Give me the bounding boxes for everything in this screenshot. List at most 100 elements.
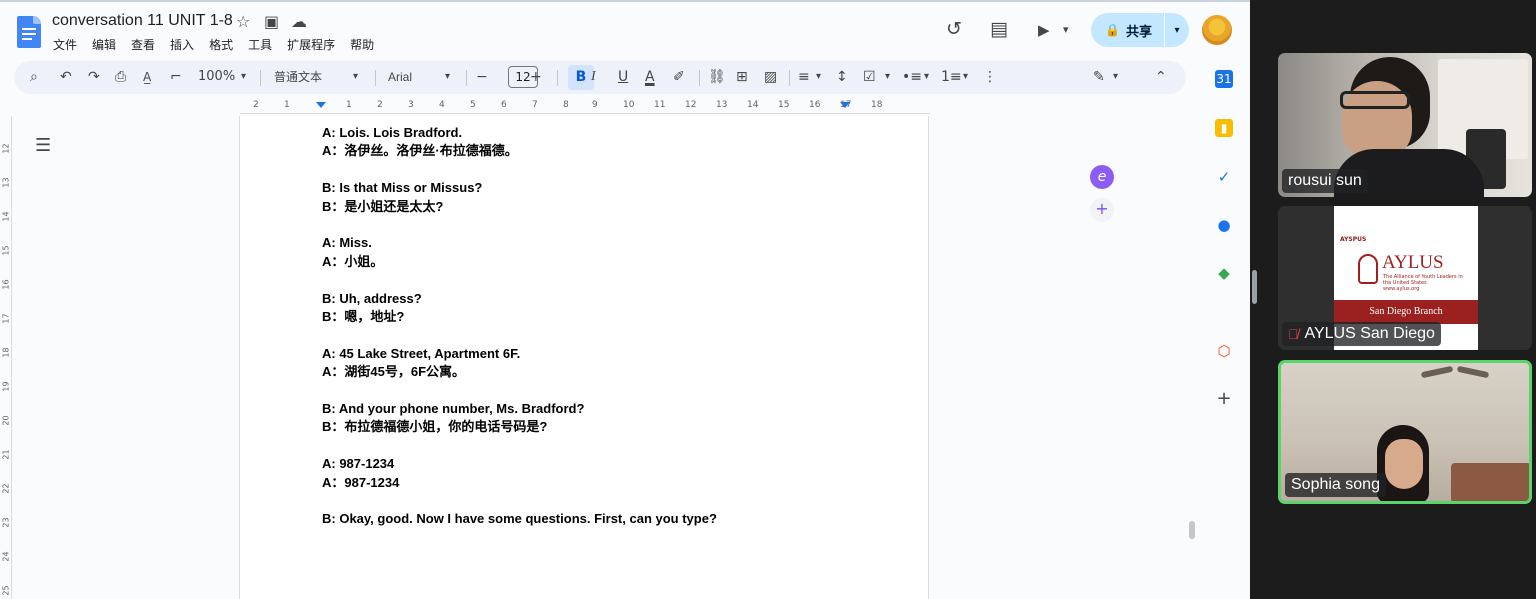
keep-icon[interactable]: ▮ (1215, 119, 1233, 137)
font-caret-icon: ▾ (445, 71, 451, 82)
checklist-caret-icon: ▾ (885, 71, 891, 82)
dialogue-line: A: 45 Lake Street, Apartment 6F. (322, 345, 521, 361)
participant-name: rousui sun (1282, 169, 1368, 193)
dialogue-translation: B：布拉德福德小姐，你的电话号码是? (322, 419, 548, 435)
redo-icon[interactable]: ↷ (88, 68, 100, 86)
checklist-icon[interactable]: ☑ (863, 68, 876, 86)
editing-mode-icon[interactable]: ✎ (1093, 68, 1105, 86)
addon-icon[interactable]: ⬡ (1215, 342, 1233, 360)
dialogue-block: A: Miss. A：小姐。 (322, 234, 717, 271)
dialogue-translation: B：是小姐还是太太? (322, 198, 444, 214)
dialogue-block: A: 987-1234 A：987-1234 (322, 455, 717, 492)
dialogue-line: A: Miss. (322, 235, 372, 251)
dialogue-line: B: And your phone number, Ms. Bradford? (322, 401, 585, 417)
increase-font-size-button[interactable]: + (530, 68, 542, 86)
mic-off-icon: 🎙̸ (1288, 326, 1299, 342)
bulleted-list-icon[interactable]: •≡ (902, 68, 922, 86)
toolbar: ⌕ ↶ ↷ ⎙ A̲ ⌐ 100% ▾ 普通文本 ▾ Arial ▾ − 12 … (14, 61, 1186, 94)
meet-video-icon[interactable]: ▶ (1038, 21, 1050, 39)
participant-tile[interactable]: rousui sun (1278, 53, 1532, 197)
move-folder-icon[interactable]: ▣ (264, 12, 279, 31)
participant-tile-active-speaker[interactable]: Sophia song (1278, 360, 1532, 504)
calendar-icon[interactable]: 31 (1215, 70, 1233, 88)
paint-format-icon[interactable]: ⌐ (170, 68, 182, 86)
account-avatar[interactable] (1202, 15, 1232, 45)
spellcheck-icon[interactable]: A̲ (143, 68, 151, 86)
document-title[interactable]: conversation 11 UNIT 1-8 (52, 12, 233, 30)
lock-icon: 🔒 (1105, 23, 1120, 37)
menu-bar: 文件 编辑 查看 插入 格式 工具 扩展程序 帮助 (53, 36, 374, 53)
menu-tools[interactable]: 工具 (248, 36, 272, 53)
gemini-assist-icon[interactable]: e (1090, 165, 1114, 189)
horizontal-ruler[interactable]: 2 1 1 2 3 4 5 6 7 8 9 10 11 12 13 14 15 … (240, 99, 930, 115)
version-history-icon[interactable]: ↺ (946, 18, 962, 40)
menu-insert[interactable]: 插入 (170, 36, 194, 53)
font-family-select[interactable]: Arial (388, 68, 412, 86)
menu-help[interactable]: 帮助 (350, 36, 374, 53)
contacts-icon[interactable]: ● (1215, 216, 1233, 234)
add-comment-icon[interactable]: ⊞ (736, 68, 748, 86)
align-icon[interactable]: ≡ (798, 68, 810, 86)
decrease-font-size-button[interactable]: − (476, 68, 488, 86)
tasks-icon[interactable]: ✓ (1215, 168, 1233, 186)
add-floating-icon[interactable]: + (1090, 198, 1114, 222)
dialogue-block: B: Uh, address? B：嗯，地址? (322, 290, 717, 327)
meet-caret-icon[interactable]: ▾ (1063, 23, 1069, 36)
glasses (1340, 91, 1410, 109)
zoom-select[interactable]: 100% (198, 68, 235, 86)
lightbulb-icon (1358, 254, 1378, 284)
vertical-ruler: 12 13 14 15 16 17 18 19 20 21 22 23 24 2… (0, 116, 12, 599)
line-spacing-icon[interactable]: ↕ (836, 68, 848, 86)
menu-edit[interactable]: 编辑 (92, 36, 116, 53)
dialogue-translation: A：987-1234 (322, 474, 400, 490)
insert-image-icon[interactable]: ▨ (764, 68, 777, 86)
share-label: 共享 (1125, 24, 1152, 40)
menu-format[interactable]: 格式 (209, 36, 233, 53)
share-button[interactable]: 🔒 共享 ▾ (1091, 13, 1189, 47)
search-menus-icon[interactable]: ⌕ (30, 68, 38, 86)
ceiling-fan (1420, 365, 1491, 383)
italic-button[interactable]: I (591, 68, 596, 86)
participant-name: AYLUS San Diego (1304, 325, 1435, 342)
get-addons-icon[interactable]: + (1215, 390, 1233, 408)
maps-icon[interactable]: ◆ (1215, 264, 1233, 282)
paragraph-style-select[interactable]: 普通文本 (274, 68, 322, 86)
vertical-scrollbar[interactable] (1189, 521, 1195, 539)
print-icon[interactable]: ⎙ (115, 68, 126, 86)
dialogue-block: B: Is that Miss or Missus? B：是小姐还是太太? (322, 179, 717, 216)
side-panel: 31 ▮ ✓ ● ◆ ⬡ + (1200, 62, 1250, 599)
document-outline-icon[interactable]: ☰ (35, 135, 51, 156)
insert-link-icon[interactable]: ⛓ (708, 68, 726, 86)
more-options-icon[interactable]: ⋮ (983, 68, 997, 86)
dialogue-block: B: And your phone number, Ms. Bradford? … (322, 400, 717, 437)
dialogue-line: B: Okay, good. Now I have some questions… (322, 511, 717, 527)
comments-icon[interactable]: ▤ (990, 18, 1008, 40)
resize-handle[interactable] (1252, 270, 1257, 304)
style-caret-icon: ▾ (353, 71, 359, 82)
dialogue-block: B: Okay, good. Now I have some questions… (322, 510, 717, 528)
participant-tile[interactable]: AYSPUS AYLUS The Alliance of Youth Leade… (1278, 206, 1532, 350)
dialogue-translation: A：湖街45号，6F公寓。 (322, 364, 466, 380)
cloud-status-icon[interactable]: ☁ (291, 12, 307, 31)
menu-view[interactable]: 查看 (131, 36, 155, 53)
dialogue-line: B: Uh, address? (322, 290, 422, 306)
bullet-caret-icon: ▾ (924, 71, 930, 82)
document-page[interactable]: A: Lois. Lois Bradford. A：洛伊丝。洛伊丝·布拉德福德。… (239, 116, 929, 599)
text-color-button[interactable]: A (645, 68, 655, 86)
share-options-caret-icon[interactable]: ▾ (1165, 25, 1189, 36)
dialogue-block: A: 45 Lake Street, Apartment 6F. A：湖街45号… (322, 345, 717, 382)
menu-extensions[interactable]: 扩展程序 (287, 36, 335, 53)
highlight-color-icon[interactable]: ✐ (673, 68, 685, 86)
numbered-list-icon[interactable]: 1≡ (941, 68, 962, 86)
star-icon[interactable]: ☆ (236, 12, 250, 31)
dialogue-translation: A：洛伊丝。洛伊丝·布拉德福德。 (322, 143, 518, 159)
undo-icon[interactable]: ↶ (60, 68, 72, 86)
menu-file[interactable]: 文件 (53, 36, 77, 53)
collapse-menus-icon[interactable]: ⌃ (1155, 68, 1167, 86)
screen: conversation 11 UNIT 1-8 ☆ ▣ ☁ 文件 编辑 查看 … (0, 0, 1536, 599)
document-body[interactable]: A: Lois. Lois Bradford. A：洛伊丝。洛伊丝·布拉德福德。… (322, 124, 717, 547)
underline-button[interactable]: U (618, 68, 628, 86)
docs-logo-icon[interactable] (17, 16, 41, 48)
dialogue-line: A: 987-1234 (322, 456, 395, 472)
editing-mode-caret-icon: ▾ (1113, 71, 1119, 82)
